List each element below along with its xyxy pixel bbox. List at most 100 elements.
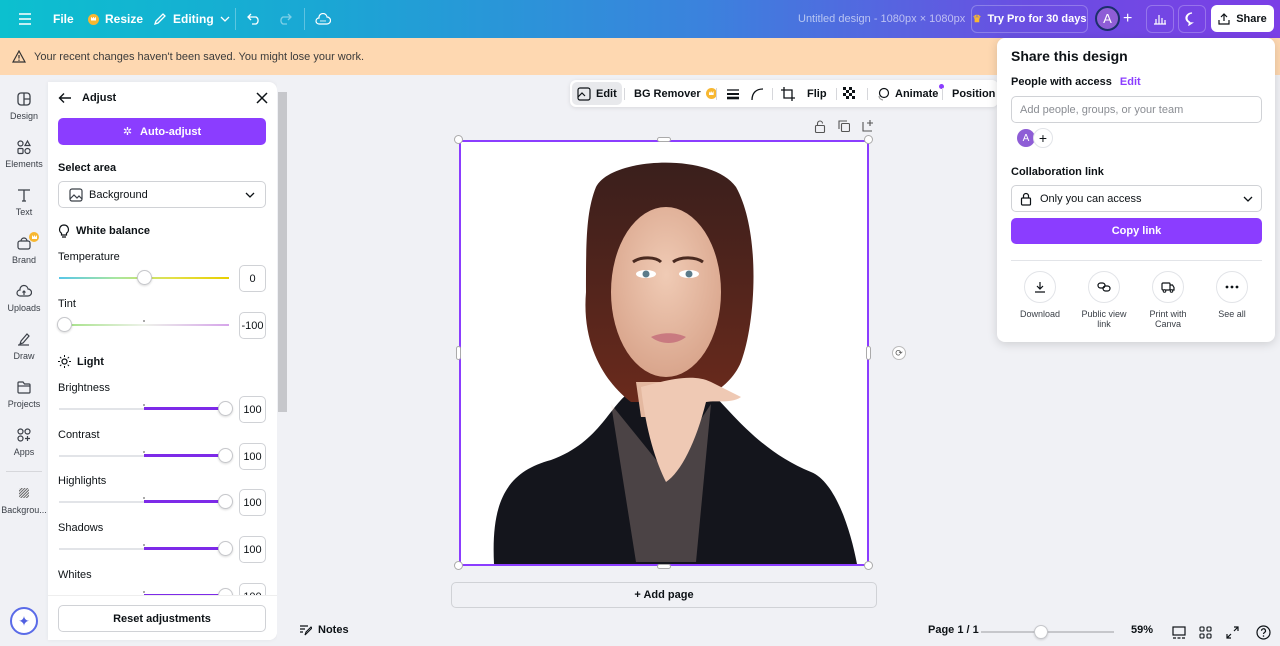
resize-handle[interactable] (454, 561, 463, 570)
design-canvas[interactable] (459, 140, 1183, 566)
divider (304, 8, 305, 30)
try-pro-button[interactable]: ♛ Try Pro for 30 days (971, 5, 1088, 33)
grid-view-icon[interactable] (1199, 626, 1212, 639)
duplicate-page-icon[interactable] (838, 120, 850, 133)
shadows-value[interactable]: 100 (239, 536, 266, 563)
shadows-slider[interactable] (59, 541, 233, 557)
crown-icon (29, 232, 39, 242)
warning-icon (12, 50, 26, 63)
auto-adjust-button[interactable]: ✲ Auto-adjust (58, 118, 266, 145)
contrast-value[interactable]: 100 (239, 443, 266, 470)
comments-button[interactable] (1178, 5, 1206, 33)
insights-button[interactable] (1146, 5, 1174, 33)
share-button[interactable]: Share (1211, 5, 1274, 32)
resize-handle[interactable] (454, 135, 463, 144)
public-view-link-action[interactable]: Public view link (1072, 271, 1136, 329)
zoom-slider-knob[interactable] (1033, 625, 1048, 639)
temperature-slider[interactable] (59, 270, 229, 286)
contrast-slider[interactable] (59, 448, 233, 464)
add-page-button[interactable]: + Add page (451, 582, 877, 608)
print-with-canva-action[interactable]: Print with Canva (1136, 271, 1200, 329)
access-level-dropdown[interactable]: Only you can access (1011, 185, 1262, 212)
slider-knob[interactable] (136, 270, 152, 285)
magic-wand-icon: ✲ (122, 126, 133, 138)
animate-button[interactable]: Animate (876, 80, 945, 107)
add-collaborator-button[interactable]: + (1033, 128, 1053, 148)
position-button[interactable]: Position (952, 80, 995, 107)
back-arrow-icon[interactable] (58, 92, 72, 104)
lock-page-icon[interactable] (814, 120, 826, 133)
close-icon[interactable] (256, 92, 268, 104)
resize-handle[interactable] (456, 346, 461, 360)
select-area-dropdown[interactable]: Background (58, 181, 266, 208)
resize-handle[interactable] (657, 564, 671, 569)
help-icon[interactable] (1256, 625, 1271, 640)
flip-button[interactable]: Flip (807, 80, 827, 107)
slider-knob[interactable] (218, 541, 233, 556)
bg-remover-button[interactable]: BG Remover (634, 80, 717, 107)
temperature-value[interactable]: 0 (239, 265, 266, 292)
slider-knob[interactable] (218, 494, 233, 509)
highlights-slider[interactable] (59, 494, 233, 510)
slider-knob[interactable] (57, 317, 72, 332)
sidebar-item-background[interactable]: Backgrou... (0, 485, 48, 515)
invite-button[interactable]: + (1123, 0, 1132, 38)
add-page-icon[interactable] (862, 119, 874, 132)
crop-button[interactable] (781, 80, 795, 107)
portrait-photo[interactable] (461, 142, 867, 564)
magic-assistant-button[interactable]: ✦ (10, 607, 38, 635)
slider-knob[interactable] (218, 401, 233, 416)
resize-button[interactable]: Resize (88, 0, 143, 38)
bar-chart-icon (1154, 15, 1166, 25)
user-avatar[interactable]: A (1095, 6, 1120, 31)
download-icon (1035, 282, 1045, 293)
resize-handle[interactable] (864, 135, 873, 144)
panel-scrollbar[interactable] (277, 82, 289, 640)
fullscreen-icon[interactable] (1226, 626, 1239, 639)
brightness-value[interactable]: 100 (239, 396, 266, 423)
zoom-level[interactable]: 59% (1131, 624, 1153, 636)
sidebar-item-apps[interactable]: Apps (0, 427, 48, 457)
design-icon (17, 92, 31, 106)
corner-rounding-button[interactable] (750, 80, 764, 107)
edit-access-link[interactable]: Edit (1120, 76, 1141, 88)
border-style-button[interactable] (726, 80, 740, 107)
sidebar-item-text[interactable]: Text (0, 187, 48, 217)
copy-link-button[interactable]: Copy link (1011, 218, 1262, 244)
document-title[interactable]: Untitled design - 1080px × 1080px (798, 0, 965, 38)
page-view-icon[interactable] (1172, 626, 1186, 639)
sidebar-item-projects[interactable]: Projects (0, 379, 48, 409)
resize-handle[interactable] (657, 137, 671, 142)
undo-button[interactable] (247, 0, 261, 38)
add-people-input[interactable]: Add people, groups, or your team (1011, 96, 1262, 123)
reset-adjustments-button[interactable]: Reset adjustments (58, 605, 266, 632)
editing-mode-dropdown[interactable]: Editing (153, 0, 230, 38)
scrollbar-thumb[interactable] (278, 92, 287, 412)
redo-button[interactable] (278, 0, 292, 38)
download-action[interactable]: Download (1008, 271, 1072, 319)
sidebar-item-elements[interactable]: Elements (0, 139, 48, 169)
brightness-slider[interactable] (59, 401, 233, 417)
truck-icon (1161, 281, 1175, 293)
notes-button[interactable]: Notes (299, 624, 349, 636)
menu-button[interactable] (18, 0, 32, 38)
white-balance-heading: White balance (58, 224, 150, 238)
tint-value[interactable]: -100 (239, 312, 266, 339)
sidebar-item-draw[interactable]: Draw (0, 331, 48, 361)
temperature-label: Temperature (58, 251, 120, 263)
cloud-save-button[interactable] (315, 0, 331, 38)
slider-knob[interactable] (218, 448, 233, 463)
sidebar-item-brand[interactable]: Brand (0, 232, 48, 265)
edit-image-button[interactable]: Edit (572, 82, 622, 105)
resize-handle[interactable] (864, 561, 873, 570)
tint-slider[interactable] (57, 317, 229, 333)
rotate-handle[interactable]: ⟳ (892, 346, 906, 360)
highlights-value[interactable]: 100 (239, 489, 266, 516)
brightness-label: Brightness (58, 382, 110, 394)
sidebar-item-uploads[interactable]: Uploads (0, 283, 48, 313)
file-menu[interactable]: File (53, 0, 74, 38)
see-all-action[interactable]: See all (1200, 271, 1264, 319)
resize-handle[interactable] (866, 346, 871, 360)
sidebar-item-design[interactable]: Design (0, 91, 48, 121)
transparency-button[interactable] (843, 80, 857, 107)
